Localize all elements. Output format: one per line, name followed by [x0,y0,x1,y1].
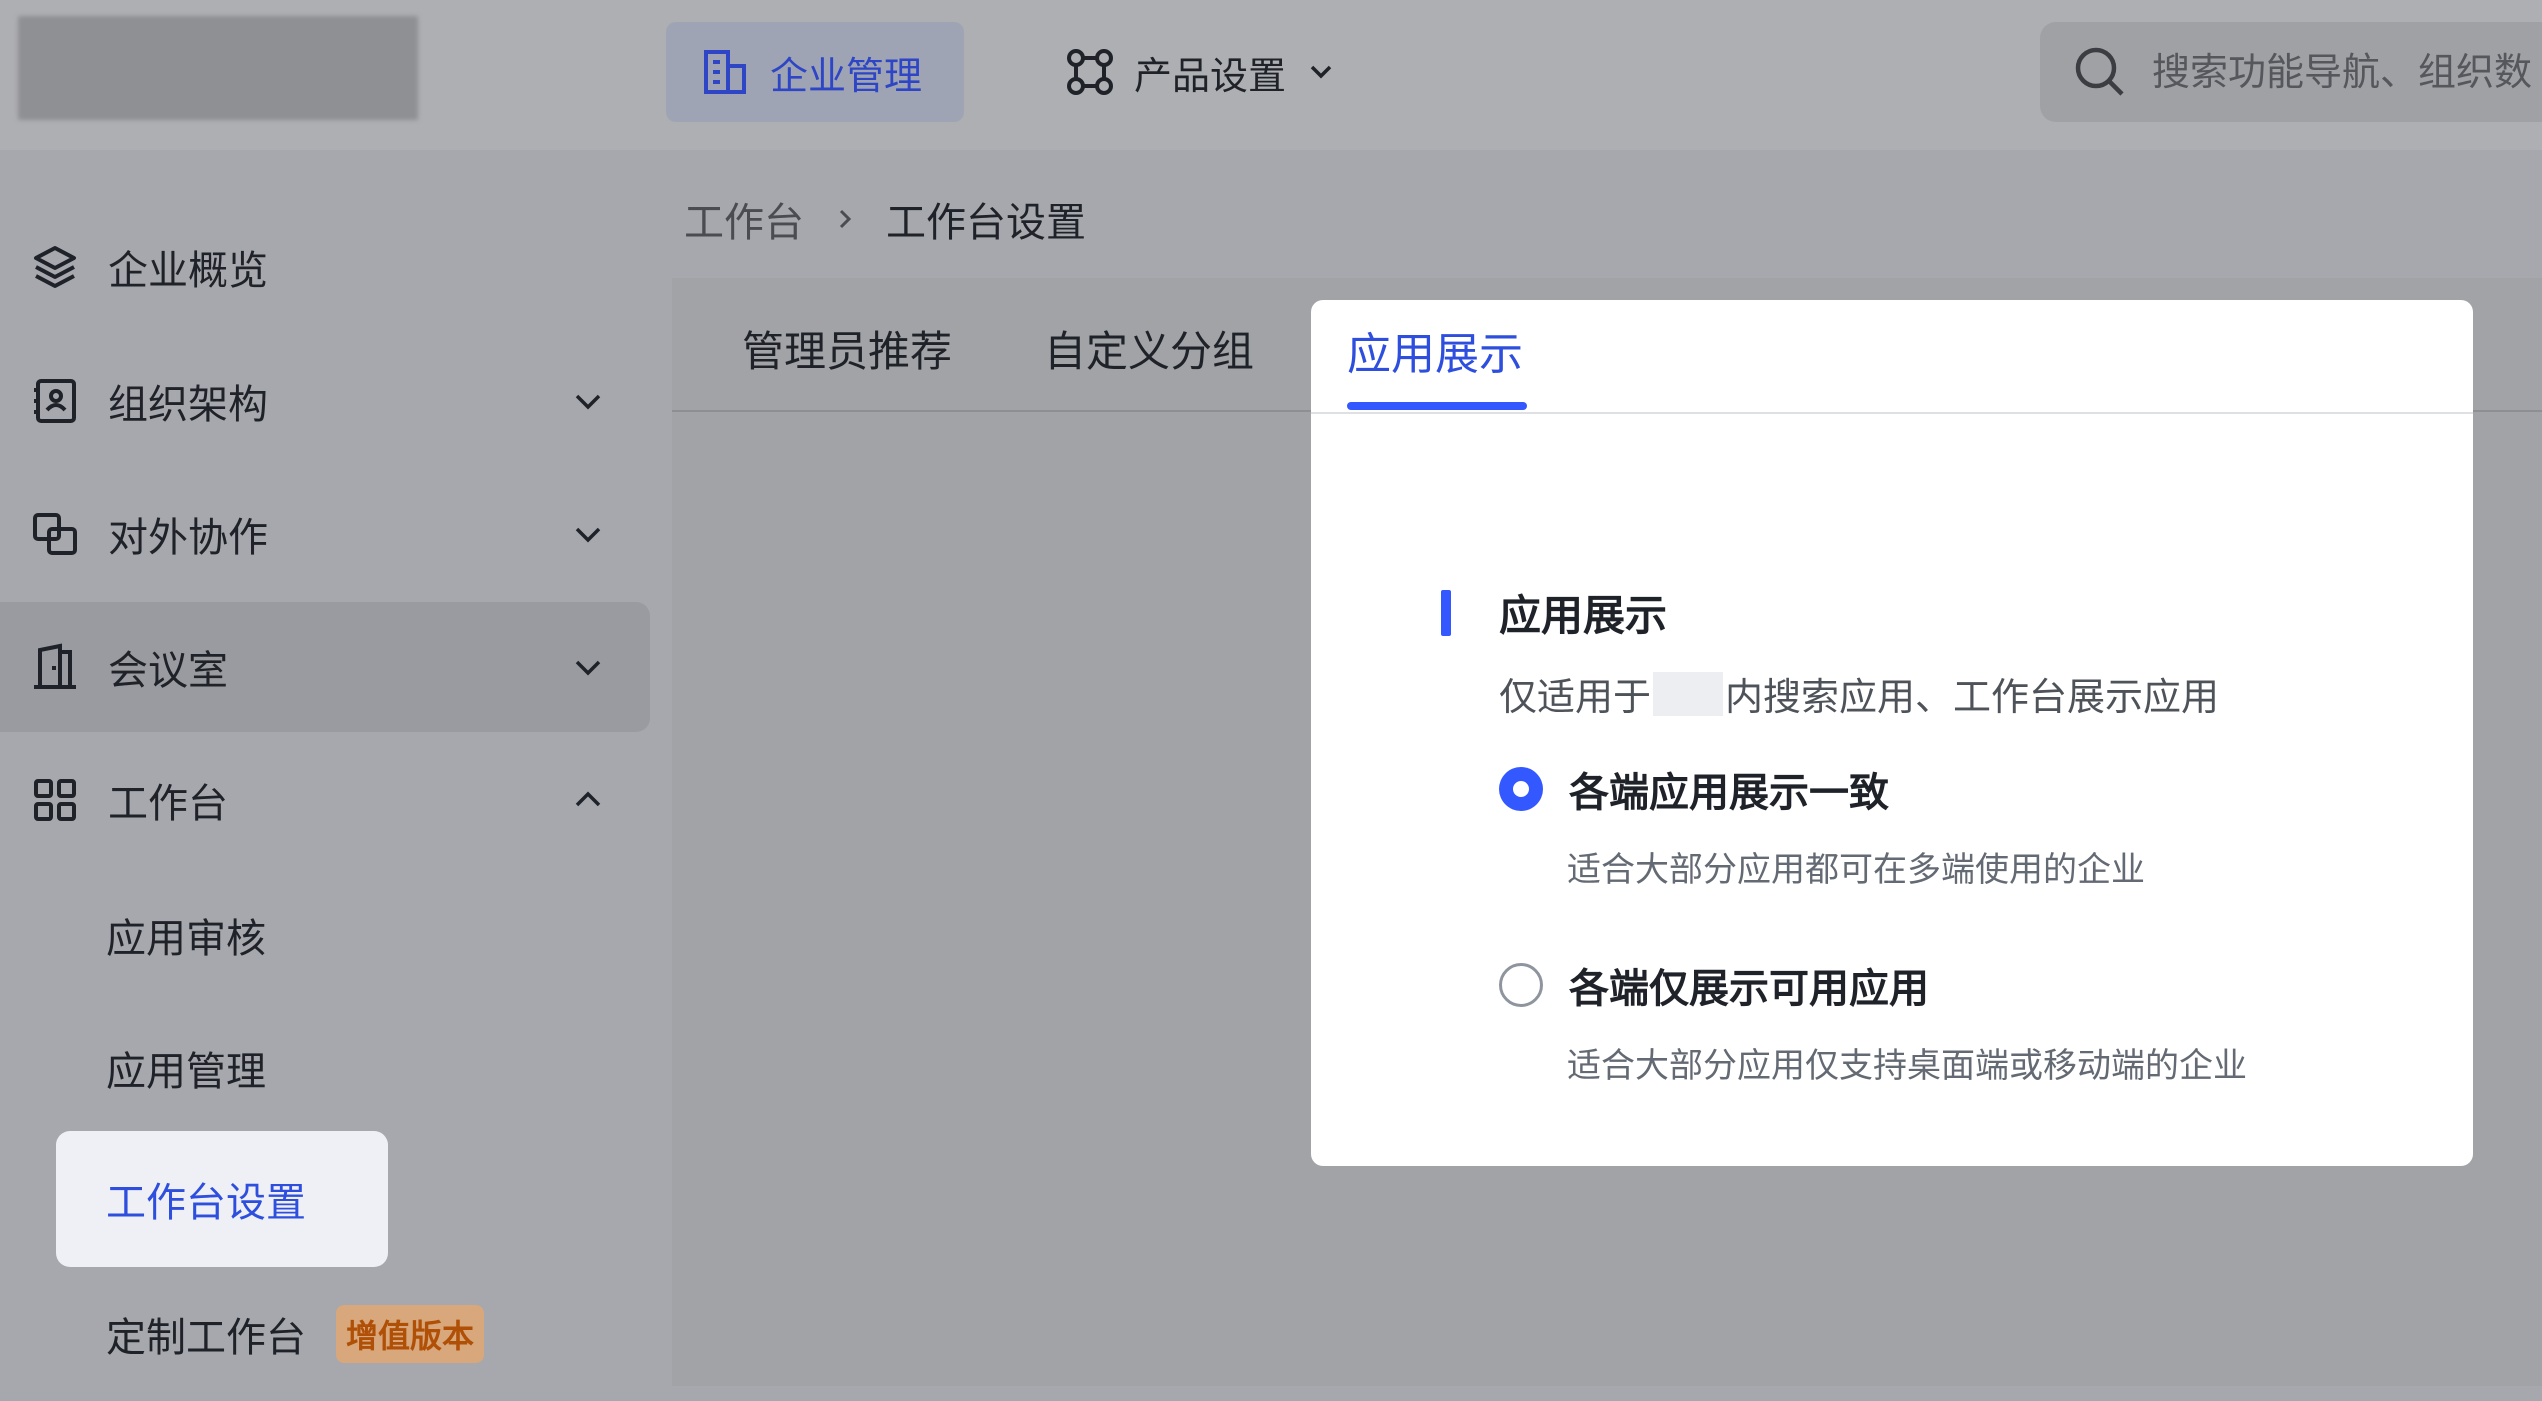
premium-badge: 增值版本 [336,1305,485,1363]
sidebar-subitem-custom-workbench[interactable]: 定制工作台 增值版本 [56,1267,485,1401]
contact-card-icon [30,376,80,426]
tab-custom-group[interactable]: 自定义分组 [1044,318,1254,379]
breadcrumb: 工作台 工作台设置 [684,190,1086,248]
description-prefix: 仅适用于 [1499,675,1652,719]
sidebar-item-overview[interactable]: 企业概览 [0,202,650,332]
sidebar-subitem-app-review[interactable]: 应用审核 [56,868,266,1002]
sidebar-item-workbench[interactable]: 工作台 [0,735,650,865]
sidebar-item-label: 工作台 [108,781,228,827]
layers-icon [30,242,80,292]
search-input[interactable] [2150,49,2542,95]
building-icon [700,46,752,98]
sidebar-item-label: 对外协作 [108,515,268,561]
grid-icon [30,775,80,825]
sidebar-subitem-workbench-settings[interactable]: 工作台设置 [56,1131,388,1267]
collaboration-icon [30,509,80,559]
sidebar-item-external-collab[interactable]: 对外协作 [0,469,650,599]
option-label: 各端应用展示一致 [1569,770,1889,816]
company-logo [18,16,418,120]
sidebar-subitem-label: 工作台设置 [106,1180,306,1226]
sidebar-subitem-label: 应用审核 [106,916,266,962]
redacted-name [1653,671,1724,716]
app-display-panel: 应用展示 应用展示 仅适用于 内搜索应用、工作台展示应用 各端应用展示一致 适合… [1311,300,2473,1166]
product-settings-label: 产品设置 [1134,53,1287,98]
radio-selected[interactable] [1499,767,1543,811]
enterprise-management-label: 企业管理 [770,53,923,98]
sidebar-item-label: 会议室 [108,648,228,694]
tab-divider [1311,412,2473,414]
option-available-only[interactable]: 各端仅展示可用应用 [1499,956,1929,1014]
sidebar-item-label: 组织架构 [108,382,268,428]
option-consistent-display[interactable]: 各端应用展示一致 [1499,760,1889,818]
nodes-icon [1064,46,1116,98]
breadcrumb-current: 工作台设置 [886,200,1086,246]
chevron-right-icon [830,204,860,234]
chevron-down-icon [568,381,608,421]
radio-unselected[interactable] [1499,963,1543,1007]
tab-admin-recommend[interactable]: 管理员推荐 [742,318,952,379]
product-settings-menu[interactable]: 产品设置 [1040,22,1400,122]
enterprise-management-button[interactable]: 企业管理 [666,22,964,122]
sidebar-item-meeting-room[interactable]: 会议室 [0,602,650,732]
tab-app-display[interactable]: 应用展示 [1347,318,1523,382]
option-description: 适合大部分应用都可在多端使用的企业 [1567,850,2145,890]
sidebar-subitem-label: 定制工作台 [106,1315,306,1361]
chevron-up-icon [568,780,608,820]
sidebar-subitem-label: 应用管理 [106,1049,266,1095]
section-title: 应用展示 [1499,591,1668,640]
door-icon [30,642,80,692]
section-description: 仅适用于 内搜索应用、工作台展示应用 [1499,666,2219,721]
top-bar: 企业管理 产品设置 [0,0,2542,150]
chevron-down-icon [568,514,608,554]
option-description: 适合大部分应用仅支持桌面端或移动端的企业 [1567,1046,2247,1086]
chevron-down-icon [1304,55,1338,89]
sidebar-item-org-structure[interactable]: 组织架构 [0,336,650,466]
chevron-down-icon [568,647,608,687]
breadcrumb-root[interactable]: 工作台 [684,190,804,248]
description-suffix: 内搜索应用、工作台展示应用 [1725,675,2220,719]
option-label: 各端仅展示可用应用 [1569,966,1929,1012]
sidebar: 企业概览 组织架构 对外协作 会议室 工作台 应用审核 应用管理 工作台设置 定… [0,150,672,1386]
active-tab-indicator [1347,402,1527,410]
section-accent-bar [1441,590,1451,636]
sidebar-item-label: 企业概览 [108,248,268,294]
sidebar-subitem-app-management[interactable]: 应用管理 [56,1001,266,1135]
search-icon [2072,44,2128,100]
search-box[interactable] [2040,22,2542,122]
